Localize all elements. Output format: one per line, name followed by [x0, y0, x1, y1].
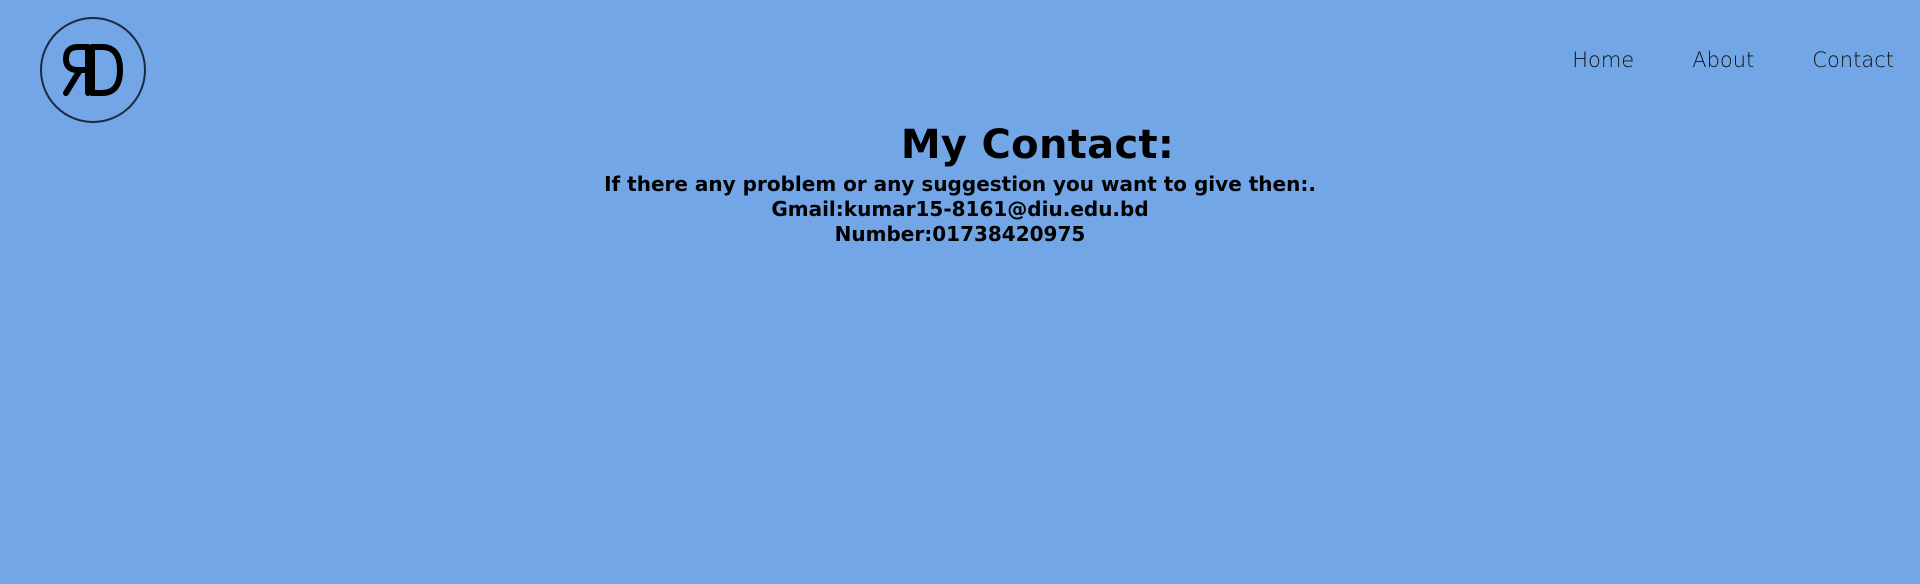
nav-about-link[interactable]: About	[1692, 48, 1754, 72]
contact-details: If there any problem or any suggestion y…	[0, 172, 1920, 247]
rd-monogram-icon	[62, 44, 123, 96]
page-title: My Contact:	[900, 122, 1175, 168]
number-text: Number:01738420975	[834, 222, 1086, 246]
main-nav: Home About Contact	[1514, 48, 1894, 72]
nav-contact-link[interactable]: Contact	[1812, 48, 1894, 72]
site-logo[interactable]	[40, 17, 146, 123]
nav-home-link[interactable]: Home	[1572, 48, 1634, 72]
gmail-text: Gmail:kumar15-8161@diu.edu.bd	[771, 197, 1149, 221]
intro-text: If there any problem or any suggestion y…	[604, 172, 1316, 196]
